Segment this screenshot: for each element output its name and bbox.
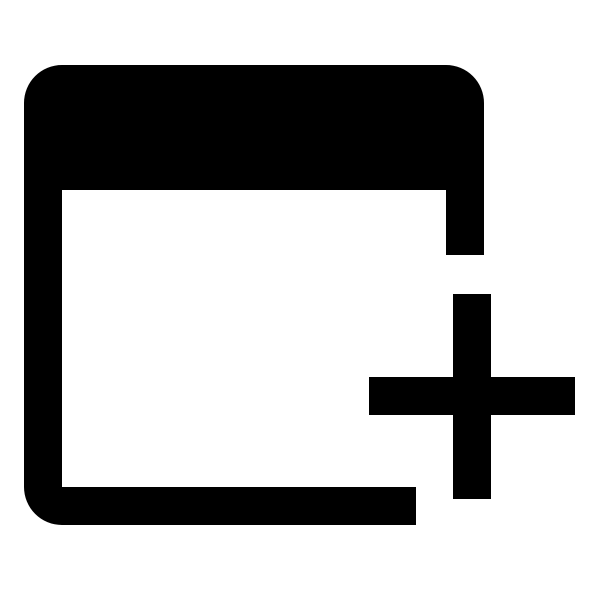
new-window-icon — [24, 65, 575, 525]
window-frame-shape — [24, 65, 484, 525]
plus-horizontal-bar — [369, 377, 575, 415]
icon-stage — [0, 0, 600, 600]
